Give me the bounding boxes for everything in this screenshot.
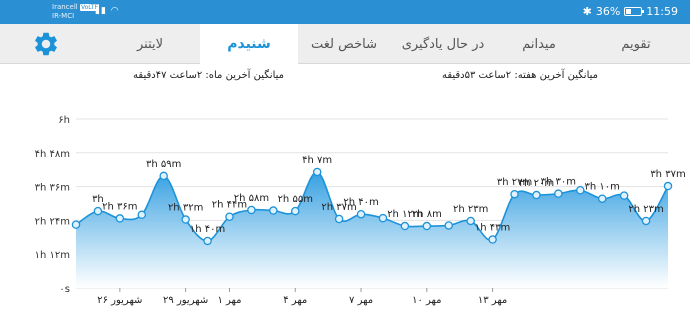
settings-button[interactable] bbox=[28, 30, 64, 58]
carrier-info: Irancell VoLTE IR-MCI bbox=[52, 3, 100, 20]
battery-fill bbox=[626, 9, 632, 14]
data-point bbox=[115, 214, 125, 223]
data-label: ۲h ۳۲m bbox=[168, 203, 203, 214]
x-tick-label: ۲۶ شهریور bbox=[97, 295, 142, 306]
data-label: ۲h ۵۵m bbox=[278, 194, 313, 205]
data-label: ۳h ۱۰m bbox=[585, 182, 620, 193]
data-label: ۲h ۴۰m bbox=[343, 197, 378, 208]
data-label: ۲h ۵۸m bbox=[234, 193, 269, 204]
data-label: ۳h ۳۷m bbox=[650, 169, 685, 180]
tab-label: شاخص لغت bbox=[311, 36, 377, 52]
data-point bbox=[203, 236, 212, 246]
bluetooth-icon: ✱ bbox=[582, 5, 592, 18]
x-tick-label: ۴ مهر bbox=[283, 295, 307, 306]
heard-time-chart: ۳h۲h ۳۶m۳h ۵۹m۲h ۳۲m۱h ۴۰m۲h ۴۴m۲h ۵۸m ۲h… bbox=[35, 115, 686, 306]
tab-label: در حال یادگیری bbox=[401, 36, 485, 52]
data-point bbox=[247, 205, 256, 215]
y-tick-label: ۲h ۲۴m bbox=[35, 216, 70, 227]
status-bar: Irancell VoLTE IR-MCI ▮▮ ◠ ✱ 36% 11:59 bbox=[0, 0, 690, 24]
data-point bbox=[181, 215, 190, 224]
signal-icon: ▮▮ bbox=[95, 6, 107, 16]
data-label: ۲h ۳۶m bbox=[102, 201, 137, 212]
data-point bbox=[641, 216, 651, 226]
data-label: ۱h ۴۳m bbox=[475, 223, 510, 234]
tab-label: تقویم bbox=[621, 36, 651, 52]
data-point bbox=[159, 171, 168, 181]
tab-label: شنیدم bbox=[227, 36, 271, 52]
data-point bbox=[422, 221, 432, 231]
clock: 11:59 bbox=[646, 5, 678, 18]
x-tick-label: ۱۰ مهر bbox=[412, 295, 441, 306]
data-point bbox=[137, 210, 147, 220]
tab-known[interactable]: میدانم bbox=[496, 24, 582, 64]
y-tick-label: ۶h bbox=[58, 115, 70, 126]
data-point bbox=[269, 206, 278, 215]
data-label: ۲h ۲۳m bbox=[453, 204, 488, 215]
y-axis-labels: ۰s ۱h ۱۲m ۲h ۲۴m ۳h ۳۶m ۴h ۴۸m ۶h bbox=[35, 115, 70, 295]
tab-label: میدانم bbox=[522, 36, 556, 52]
data-point bbox=[619, 191, 629, 200]
data-point bbox=[510, 189, 519, 199]
y-tick-label: ۴h ۴۸m bbox=[35, 149, 70, 160]
data-point bbox=[71, 220, 81, 229]
gear-icon bbox=[35, 32, 57, 56]
tab-leitner[interactable]: لایتنر bbox=[100, 24, 200, 64]
signal-icons: ▮▮ ◠ bbox=[95, 6, 120, 16]
data-point bbox=[225, 212, 234, 221]
data-label: ۱h ۴۰m bbox=[190, 224, 225, 235]
y-tick-label: ۳h ۳۶m bbox=[35, 183, 70, 194]
carrier-name-1: Irancell bbox=[52, 3, 78, 11]
data-label: ۳h ۳۰m bbox=[541, 177, 576, 188]
data-point bbox=[93, 206, 103, 216]
data-point bbox=[663, 181, 673, 191]
week-average: میانگین آخرین هفته: ۲ساعت ۵۳دقیقه bbox=[441, 70, 598, 81]
data-point bbox=[488, 235, 497, 244]
tab-calendar[interactable]: تقویم bbox=[582, 24, 690, 64]
data-point bbox=[532, 190, 541, 200]
y-tick-label: ۱h ۱۲m bbox=[35, 250, 70, 261]
wifi-icon: ◠ bbox=[110, 6, 120, 16]
data-label: ۲h ۲۳m bbox=[628, 204, 663, 215]
data-label: ۲h ۸m bbox=[412, 209, 442, 220]
x-axis-labels: ۲۶ شهریور ۲۹ شهریور ۱ مهر ۴ مهر ۷ مهر ۱۰ مهر ۱… bbox=[97, 288, 507, 306]
data-point bbox=[334, 214, 344, 224]
data-point bbox=[378, 213, 388, 223]
x-tick-label: ۱ مهر bbox=[217, 295, 241, 306]
data-point bbox=[444, 221, 453, 230]
tab-bar: تقویم میدانم در حال یادگیری شاخص لغت شنی… bbox=[0, 24, 690, 64]
tab-learning[interactable]: در حال یادگیری bbox=[390, 24, 496, 64]
data-point bbox=[597, 194, 607, 203]
data-point bbox=[312, 167, 322, 177]
app-screen: Irancell VoLTE IR-MCI ▮▮ ◠ ✱ 36% 11:59 ت… bbox=[0, 0, 690, 318]
battery-icon bbox=[624, 7, 645, 16]
data-point bbox=[356, 209, 366, 219]
data-point bbox=[291, 206, 300, 216]
data-point bbox=[400, 221, 410, 231]
status-right: ✱ 36% 11:59 bbox=[583, 5, 678, 18]
tab-word-index[interactable]: شاخص لغت bbox=[298, 24, 390, 64]
tab-label: لایتنر bbox=[136, 36, 164, 52]
data-point bbox=[554, 189, 563, 198]
x-tick-label: ۷ مهر bbox=[349, 295, 373, 306]
x-tick-label: ۲۹ شهریور bbox=[163, 295, 208, 306]
data-label: ۴h ۷m bbox=[302, 155, 332, 166]
data-point bbox=[466, 216, 475, 226]
tab-heard[interactable]: شنیدم bbox=[200, 24, 298, 64]
carrier-name-2: IR-MCI bbox=[52, 12, 75, 20]
battery-percent: 36% bbox=[595, 5, 621, 18]
month-average: میانگین آخرین ماه: ۲ساعت ۴۷دقیقه bbox=[133, 70, 284, 81]
data-point bbox=[576, 186, 585, 195]
x-tick-label: ۱۳ مهر bbox=[478, 295, 507, 306]
y-tick-label: ۰s bbox=[59, 284, 70, 295]
data-label: ۳h ۵۹m bbox=[146, 159, 181, 170]
